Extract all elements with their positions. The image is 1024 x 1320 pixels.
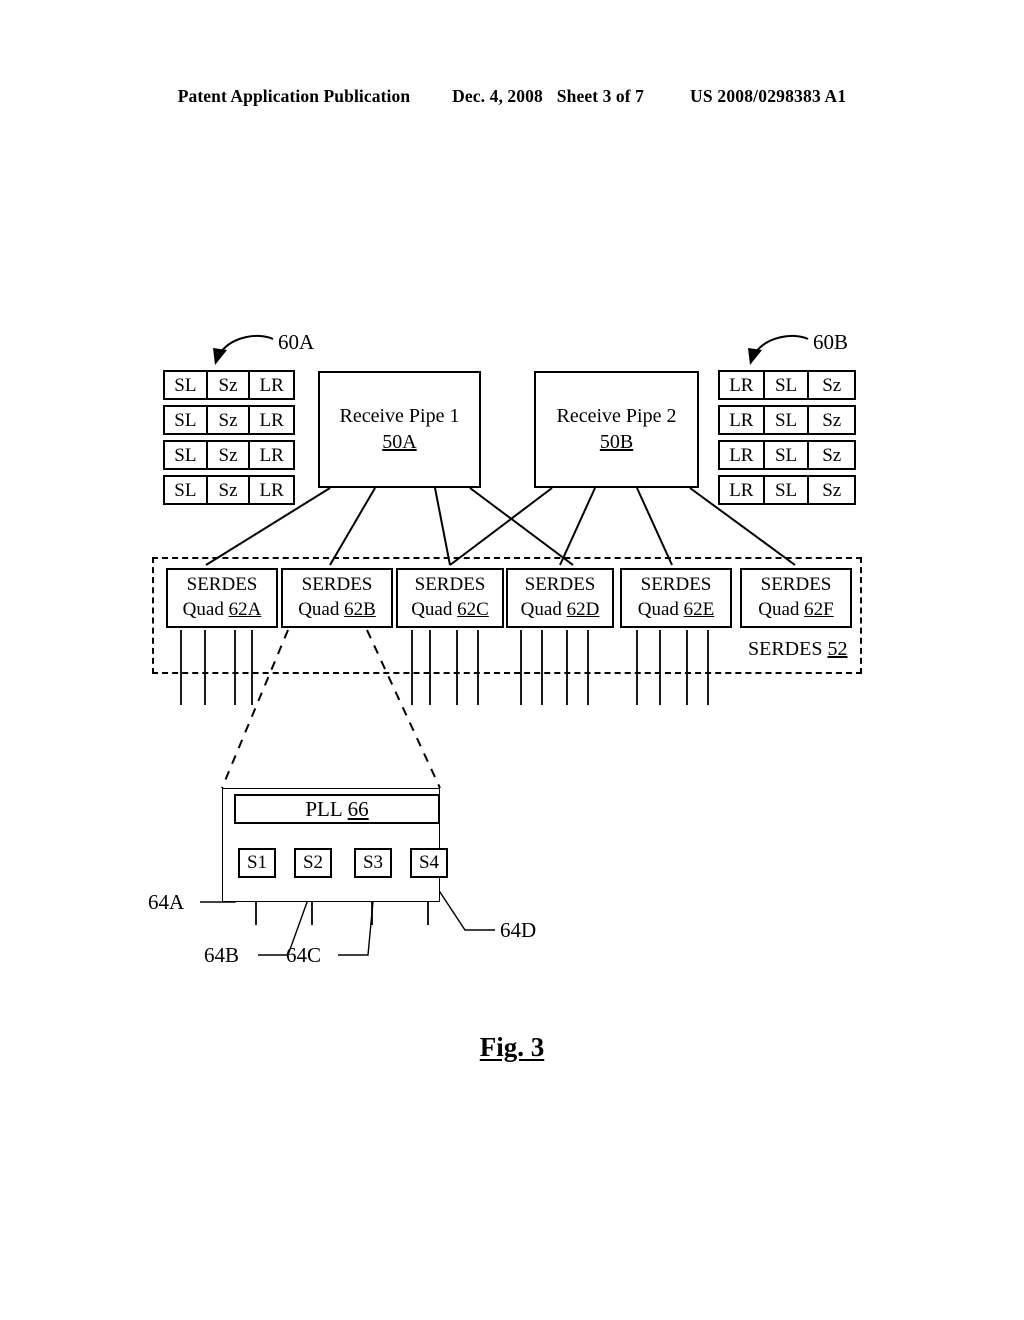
- patent-drawing-page: Patent Application Publication Dec. 4, 2…: [0, 0, 1024, 1320]
- serdes-quad-62b-ref: 62B: [344, 599, 376, 620]
- selector-s3-label: S3: [362, 852, 384, 873]
- left-port-row-4: SL Sz LR: [163, 475, 295, 505]
- receive-pipe-1-ref: 50A: [382, 430, 417, 453]
- serdes-quad-62c-line1: SERDES: [414, 574, 486, 596]
- pll-ref: 66: [347, 796, 369, 821]
- selector-s1-box: S1: [238, 848, 276, 878]
- serdes-quad-62f-ref: 62F: [804, 599, 834, 620]
- port-cell-sz: Sz: [809, 407, 854, 433]
- reference-label-60b: 60B: [813, 330, 849, 354]
- figure-caption: Fig. 3: [0, 1032, 1024, 1063]
- reference-label-64d: 64D: [500, 918, 537, 942]
- figure-caption-text: Fig. 3: [479, 1032, 545, 1062]
- port-cell-sz: Sz: [207, 477, 251, 503]
- reference-label-64b: 64B: [204, 943, 240, 967]
- receive-pipe-2-box: Receive Pipe 2 50B: [534, 371, 699, 488]
- pll-box: PLL 66: [234, 794, 440, 824]
- receive-pipe-1-title: Receive Pipe 1: [339, 404, 460, 427]
- port-cell-sz: Sz: [207, 442, 251, 468]
- pipe1-to-quad-62b: [329, 487, 376, 566]
- port-cell-sl: SL: [764, 407, 810, 433]
- serdes-quad-62e-line1: SERDES: [640, 574, 712, 596]
- port-cell-sl: SL: [764, 372, 810, 398]
- callout-arrow-60b-curve: [755, 334, 809, 353]
- serdes-quad-62c-line2: Quad: [411, 599, 453, 620]
- serdes-quad-62d-box: SERDES Quad 62D: [506, 568, 614, 628]
- serdes-quad-62d-ref: 62D: [566, 599, 600, 620]
- pipe1-to-quad-62c: [434, 487, 451, 566]
- right-port-row-4: LR SL Sz: [718, 475, 856, 505]
- leader-64d: [431, 879, 495, 931]
- port-cell-sz: Sz: [207, 372, 251, 398]
- callout-arrow-60a-curve: [220, 334, 274, 353]
- port-cell-lr: LR: [720, 442, 765, 468]
- serdes-quad-62c-box: SERDES Quad 62C: [396, 568, 504, 628]
- right-port-row-2: LR SL Sz: [718, 405, 856, 435]
- pll-label: PLL: [305, 796, 343, 821]
- port-cell-lr: LR: [250, 407, 293, 433]
- figure-3-drawing: 60A 60B SL Sz LR SL Sz LR SL Sz LR SL Sz…: [0, 0, 1024, 1320]
- serdes-quad-62e-ref: 62E: [683, 599, 715, 620]
- serdes-quad-62b-line2: Quad: [298, 599, 340, 620]
- right-port-row-1: LR SL Sz: [718, 370, 856, 400]
- port-cell-lr: LR: [250, 477, 293, 503]
- port-cell-sl: SL: [165, 442, 208, 468]
- port-cell-sz: Sz: [207, 407, 251, 433]
- selector-s4-box: S4: [410, 848, 448, 878]
- reference-label-60a: 60A: [278, 330, 315, 354]
- port-cell-sl: SL: [165, 372, 208, 398]
- serdes-quad-62f-box: SERDES Quad 62F: [740, 568, 852, 628]
- pipe2-to-quad-62e: [636, 487, 673, 566]
- serdes-quad-62b-box: SERDES Quad 62B: [281, 568, 393, 628]
- left-port-row-1: SL Sz LR: [163, 370, 295, 400]
- port-cell-lr: LR: [720, 477, 765, 503]
- right-port-row-3: LR SL Sz: [718, 440, 856, 470]
- serdes-quad-62a-ref: 62A: [228, 599, 262, 620]
- receive-pipe-2-ref: 50B: [599, 430, 634, 453]
- port-cell-lr: LR: [250, 372, 293, 398]
- port-cell-sz: Sz: [809, 372, 854, 398]
- port-cell-sl: SL: [165, 407, 208, 433]
- selector-s2-box: S2: [294, 848, 332, 878]
- receive-pipe-2-title: Receive Pipe 2: [556, 404, 677, 427]
- pipe1-to-quad-62d: [469, 487, 574, 566]
- port-cell-lr: LR: [720, 407, 765, 433]
- selector-s2-label: S2: [302, 852, 324, 873]
- port-cell-lr: LR: [250, 442, 293, 468]
- port-cell-sl: SL: [165, 477, 208, 503]
- serdes-quad-62d-line1: SERDES: [524, 574, 596, 596]
- serdes-container-label: SERDES 52: [748, 638, 847, 661]
- reference-label-64c: 64C: [286, 943, 322, 967]
- callout-arrow-60b-head: [748, 348, 762, 365]
- left-port-row-3: SL Sz LR: [163, 440, 295, 470]
- serdes-quad-62e-box: SERDES Quad 62E: [620, 568, 732, 628]
- serdes-quad-62a-line2: Quad: [182, 599, 224, 620]
- selector-s1-label: S1: [246, 852, 268, 873]
- serdes-container-label-text: SERDES: [748, 638, 823, 660]
- serdes-quad-62d-line2: Quad: [520, 599, 562, 620]
- left-port-row-2: SL Sz LR: [163, 405, 295, 435]
- serdes-quad-62a-line1: SERDES: [186, 574, 258, 596]
- port-cell-lr: LR: [720, 372, 765, 398]
- serdes-quad-62a-box: SERDES Quad 62A: [166, 568, 278, 628]
- port-cell-sz: Sz: [809, 477, 854, 503]
- serdes-container-ref: 52: [827, 638, 848, 660]
- receive-pipe-1-box: Receive Pipe 1 50A: [318, 371, 481, 488]
- reference-label-64a: 64A: [148, 890, 185, 914]
- port-cell-sz: Sz: [809, 442, 854, 468]
- serdes-quad-62b-line1: SERDES: [301, 574, 373, 596]
- serdes-quad-62e-line2: Quad: [637, 599, 679, 620]
- callout-arrow-60a-head: [213, 348, 227, 365]
- port-cell-sl: SL: [764, 477, 810, 503]
- port-cell-sl: SL: [764, 442, 810, 468]
- pipe2-to-quad-62d: [559, 487, 596, 566]
- serdes-quad-62c-ref: 62C: [457, 599, 489, 620]
- selector-s4-label: S4: [418, 852, 440, 873]
- selector-s3-box: S3: [354, 848, 392, 878]
- serdes-quad-62f-line1: SERDES: [760, 574, 832, 596]
- pipe2-to-quad-62c: [449, 487, 553, 566]
- serdes-quad-62f-line2: Quad: [758, 599, 800, 620]
